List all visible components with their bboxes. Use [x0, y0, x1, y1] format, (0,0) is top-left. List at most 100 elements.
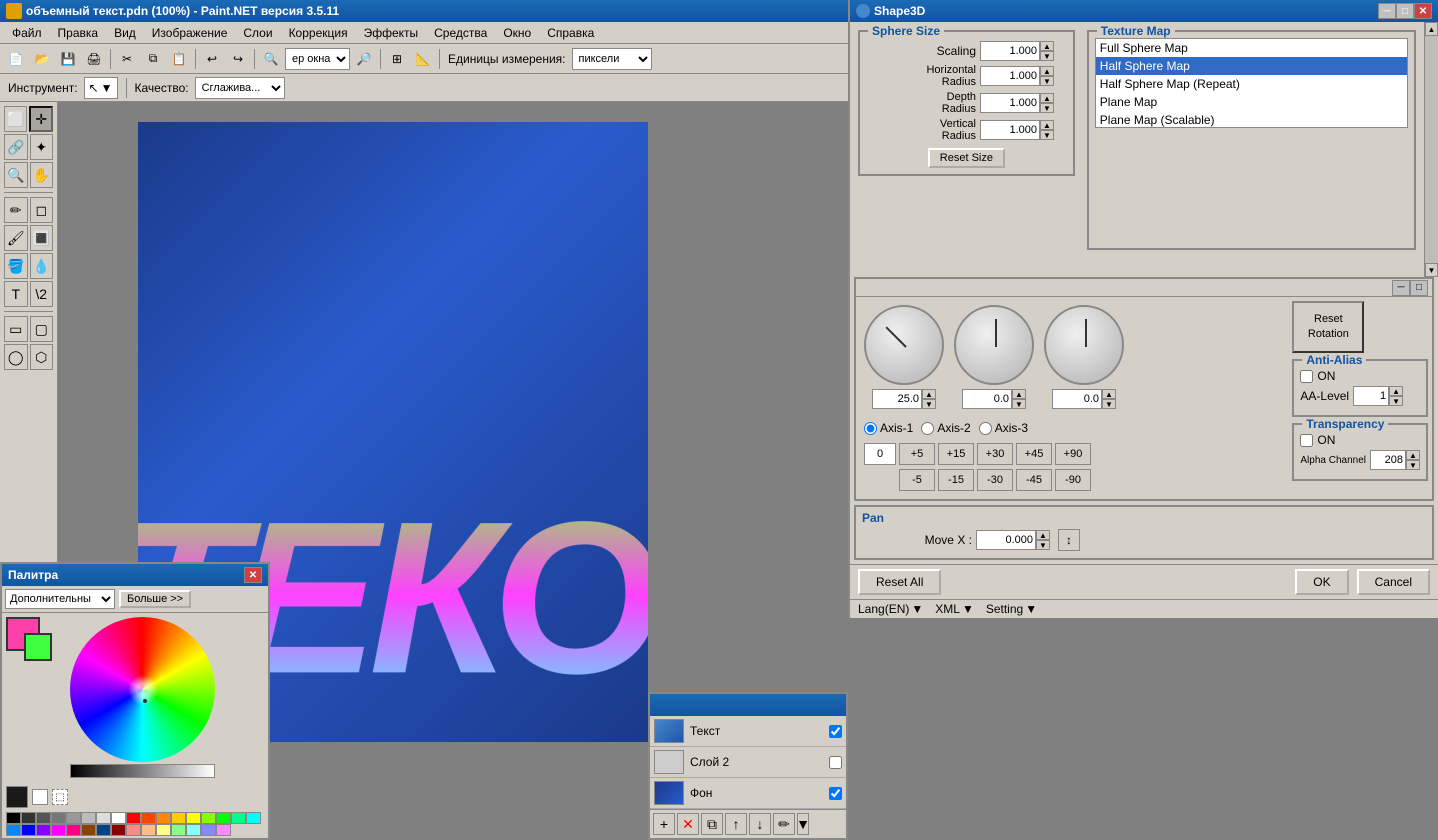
layer-merge-button[interactable]: ✏ [773, 813, 795, 835]
palette-color-20[interactable] [51, 824, 66, 836]
depth-down[interactable]: ▼ [1040, 103, 1054, 113]
layer-scroll[interactable]: ▼ [797, 813, 809, 835]
dial-1-down[interactable]: ▼ [922, 399, 936, 409]
vertical-up[interactable]: ▲ [1040, 120, 1054, 130]
palette-color-7[interactable] [111, 812, 126, 824]
vertical-input[interactable] [980, 120, 1040, 140]
dial-3-down[interactable]: ▼ [1102, 399, 1116, 409]
aa-down[interactable]: ▼ [1389, 396, 1403, 406]
move-tool[interactable]: ✛ [29, 106, 53, 132]
stamp-tool[interactable]: 🔳 [30, 225, 54, 251]
transparent-swatch[interactable]: ⬚ [52, 789, 68, 805]
palette-color-12[interactable] [186, 812, 201, 824]
texture-half-sphere-repeat[interactable]: Half Sphere Map (Repeat) [1096, 75, 1407, 93]
palette-color-10[interactable] [156, 812, 171, 824]
palette-color-23[interactable] [96, 824, 111, 836]
palette-mode-select[interactable]: Дополнительны [5, 589, 115, 609]
movex-down[interactable]: ▼ [1036, 540, 1050, 550]
axis1-radio[interactable] [864, 422, 877, 435]
menu-tools[interactable]: Средства [426, 24, 495, 42]
texture-full-sphere[interactable]: Full Sphere Map [1096, 39, 1407, 57]
move-icon-btn[interactable]: ↕ [1058, 529, 1080, 551]
palette-color-26[interactable] [141, 824, 156, 836]
step-plus45[interactable]: +45 [1016, 443, 1052, 465]
dial-3-up[interactable]: ▲ [1102, 389, 1116, 399]
layer-delete-button[interactable]: ✕ [677, 813, 699, 835]
step-minus30[interactable]: -30 [977, 469, 1013, 491]
aa-up[interactable]: ▲ [1389, 386, 1403, 396]
dial-1-up[interactable]: ▲ [922, 389, 936, 399]
texture-plane[interactable]: Plane Map [1096, 93, 1407, 111]
transparency-checkbox[interactable] [1300, 434, 1313, 447]
lang-item[interactable]: Lang(EN) ▼ [858, 602, 923, 616]
palette-color-28[interactable] [171, 824, 186, 836]
rulers-button[interactable]: 📐 [411, 47, 435, 71]
dial-2-up[interactable]: ▲ [1012, 389, 1026, 399]
shape3d-scrollbar[interactable]: ▲ ▼ [1424, 22, 1438, 277]
shape3d-close[interactable]: ✕ [1414, 3, 1432, 19]
palette-color-0[interactable] [6, 812, 21, 824]
eraser-tool[interactable]: ◻ [30, 197, 54, 223]
color-picker-tool[interactable]: 💧 [30, 253, 54, 279]
dial-3[interactable] [1044, 305, 1124, 385]
reset-all-button[interactable]: Reset All [858, 569, 941, 595]
axis1-radio-label[interactable]: Axis-1 [864, 421, 913, 435]
menu-edit[interactable]: Правка [50, 24, 107, 42]
alpha-up[interactable]: ▲ [1406, 450, 1420, 460]
palette-color-21[interactable] [66, 824, 81, 836]
depth-up[interactable]: ▲ [1040, 93, 1054, 103]
layer-check-2[interactable] [829, 787, 842, 800]
layer-check-1[interactable] [829, 756, 842, 769]
cut-button[interactable]: ✂ [115, 47, 139, 71]
palette-more-button[interactable]: Больше >> [119, 590, 191, 608]
palette-close[interactable]: ✕ [244, 567, 262, 583]
zoom-out-button[interactable]: 🔍 [259, 47, 283, 71]
layer-item-0[interactable]: Текст [650, 716, 846, 747]
reset-size-button[interactable]: Reset Size [928, 148, 1005, 168]
layer-up-button[interactable]: ↑ [725, 813, 747, 835]
new-button[interactable]: 📄 [4, 47, 28, 71]
palette-color-19[interactable] [36, 824, 51, 836]
scaling-up[interactable]: ▲ [1040, 41, 1054, 51]
pan-tool[interactable]: ✋ [30, 162, 54, 188]
step-plus90[interactable]: +90 [1055, 443, 1091, 465]
ok-button[interactable]: OK [1295, 569, 1348, 595]
palette-color-2[interactable] [36, 812, 51, 824]
brightness-strip[interactable] [70, 764, 215, 778]
paste-button[interactable]: 📋 [167, 47, 191, 71]
color-wheel[interactable] [70, 617, 215, 762]
dial-2-input[interactable] [962, 389, 1012, 409]
axis3-radio[interactable] [979, 422, 992, 435]
movex-up[interactable]: ▲ [1036, 530, 1050, 540]
palette-color-22[interactable] [81, 824, 96, 836]
horizontal-down[interactable]: ▼ [1040, 76, 1054, 86]
vertical-down[interactable]: ▼ [1040, 130, 1054, 140]
alpha-down[interactable]: ▼ [1406, 460, 1420, 470]
scroll-down-button[interactable]: ▼ [1425, 263, 1438, 277]
palette-color-15[interactable] [231, 812, 246, 824]
palette-color-6[interactable] [96, 812, 111, 824]
save-button[interactable]: 💾 [56, 47, 80, 71]
dial-1[interactable] [864, 305, 944, 385]
step-minus5[interactable]: -5 [899, 469, 935, 491]
palette-color-24[interactable] [111, 824, 126, 836]
menu-corrections[interactable]: Коррекция [281, 24, 356, 42]
menu-image[interactable]: Изображение [144, 24, 236, 42]
xml-item[interactable]: XML ▼ [935, 602, 974, 616]
magic-wand-tool[interactable]: ✦ [30, 134, 54, 160]
palette-color-14[interactable] [216, 812, 231, 824]
alpha-input[interactable] [1370, 450, 1406, 470]
menu-file[interactable]: Файл [4, 24, 50, 42]
layer-check-0[interactable] [829, 725, 842, 738]
ellipse-tool[interactable]: ◯ [4, 344, 28, 370]
dial-2-down[interactable]: ▼ [1012, 399, 1026, 409]
palette-color-11[interactable] [171, 812, 186, 824]
setting-item[interactable]: Setting ▼ [986, 602, 1037, 616]
palette-color-3[interactable] [51, 812, 66, 824]
step-minus45[interactable]: -45 [1016, 469, 1052, 491]
movex-input[interactable] [976, 530, 1036, 550]
palette-color-8[interactable] [126, 812, 141, 824]
menu-effects[interactable]: Эффекты [356, 24, 427, 42]
unit-combo[interactable]: пиксели [572, 48, 652, 70]
scaling-down[interactable]: ▼ [1040, 51, 1054, 61]
